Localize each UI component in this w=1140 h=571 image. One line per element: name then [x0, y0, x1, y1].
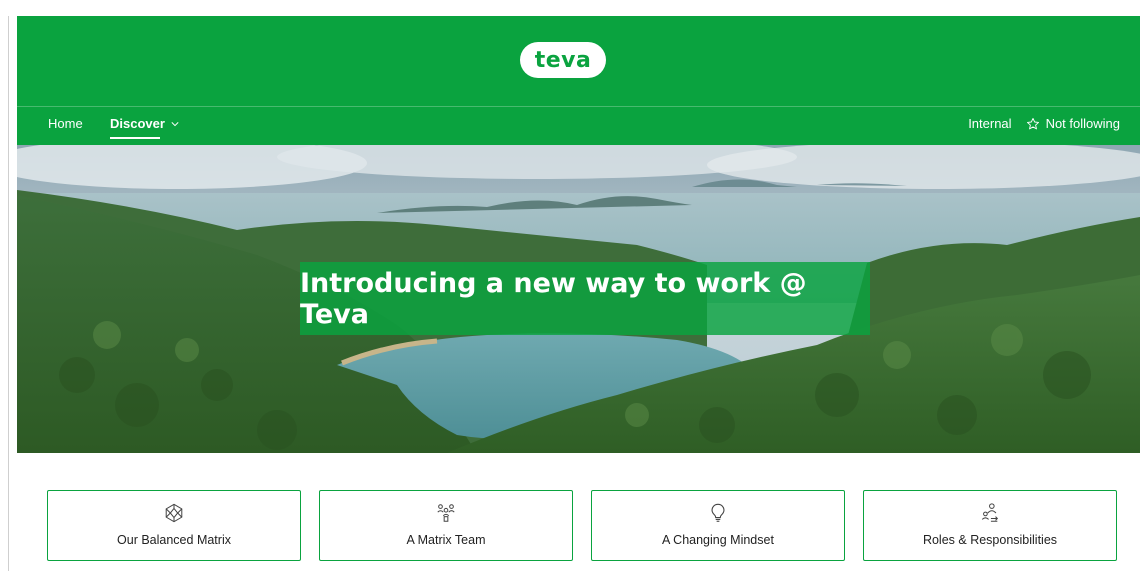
team-icon [437, 504, 455, 522]
nav-discover-label: Discover [110, 116, 165, 131]
nav-home-link[interactable]: Home [48, 116, 83, 131]
card-label: A Matrix Team [406, 533, 486, 547]
nav-discover-menu[interactable]: Discover [110, 116, 179, 139]
logo-text: teva [534, 47, 592, 73]
lightbulb-icon [711, 503, 725, 522]
card-matrix-team[interactable]: A Matrix Team [319, 490, 573, 561]
chevron-down-icon [171, 121, 179, 126]
nav-home-label: Home [48, 116, 83, 131]
internal-label: Internal [968, 116, 1012, 131]
card-label: Our Balanced Matrix [117, 533, 231, 547]
active-tab-indicator [110, 137, 160, 139]
card-label: A Changing Mindset [662, 533, 774, 547]
site-header: teva Home Discover Internal Not followin… [17, 16, 1140, 145]
window-left-border [8, 0, 9, 571]
card-roles-responsibilities[interactable]: Roles & Responsibilities [863, 490, 1117, 561]
star-icon [1026, 117, 1039, 129]
network-icon [165, 503, 183, 523]
card-changing-mindset[interactable]: A Changing Mindset [591, 490, 845, 561]
follow-button[interactable]: Not following [1026, 116, 1120, 131]
hero-image: Introducing a new way to work @ Teva [17, 145, 1140, 453]
hero-banner: Introducing a new way to work @ Teva [300, 262, 870, 335]
nav-right-group: Internal Not following [968, 116, 1120, 131]
hero-title: Introducing a new way to work @ Teva [300, 267, 807, 330]
site-nav: Home Discover Internal Not following [17, 107, 1140, 145]
card-label: Roles & Responsibilities [922, 533, 1058, 547]
teva-logo[interactable]: teva [520, 42, 606, 78]
people-swap-icon [981, 503, 999, 522]
window-top-strip [8, 0, 1140, 16]
card-balanced-matrix[interactable]: Our Balanced Matrix [47, 490, 301, 561]
follow-label: Not following [1045, 116, 1120, 131]
